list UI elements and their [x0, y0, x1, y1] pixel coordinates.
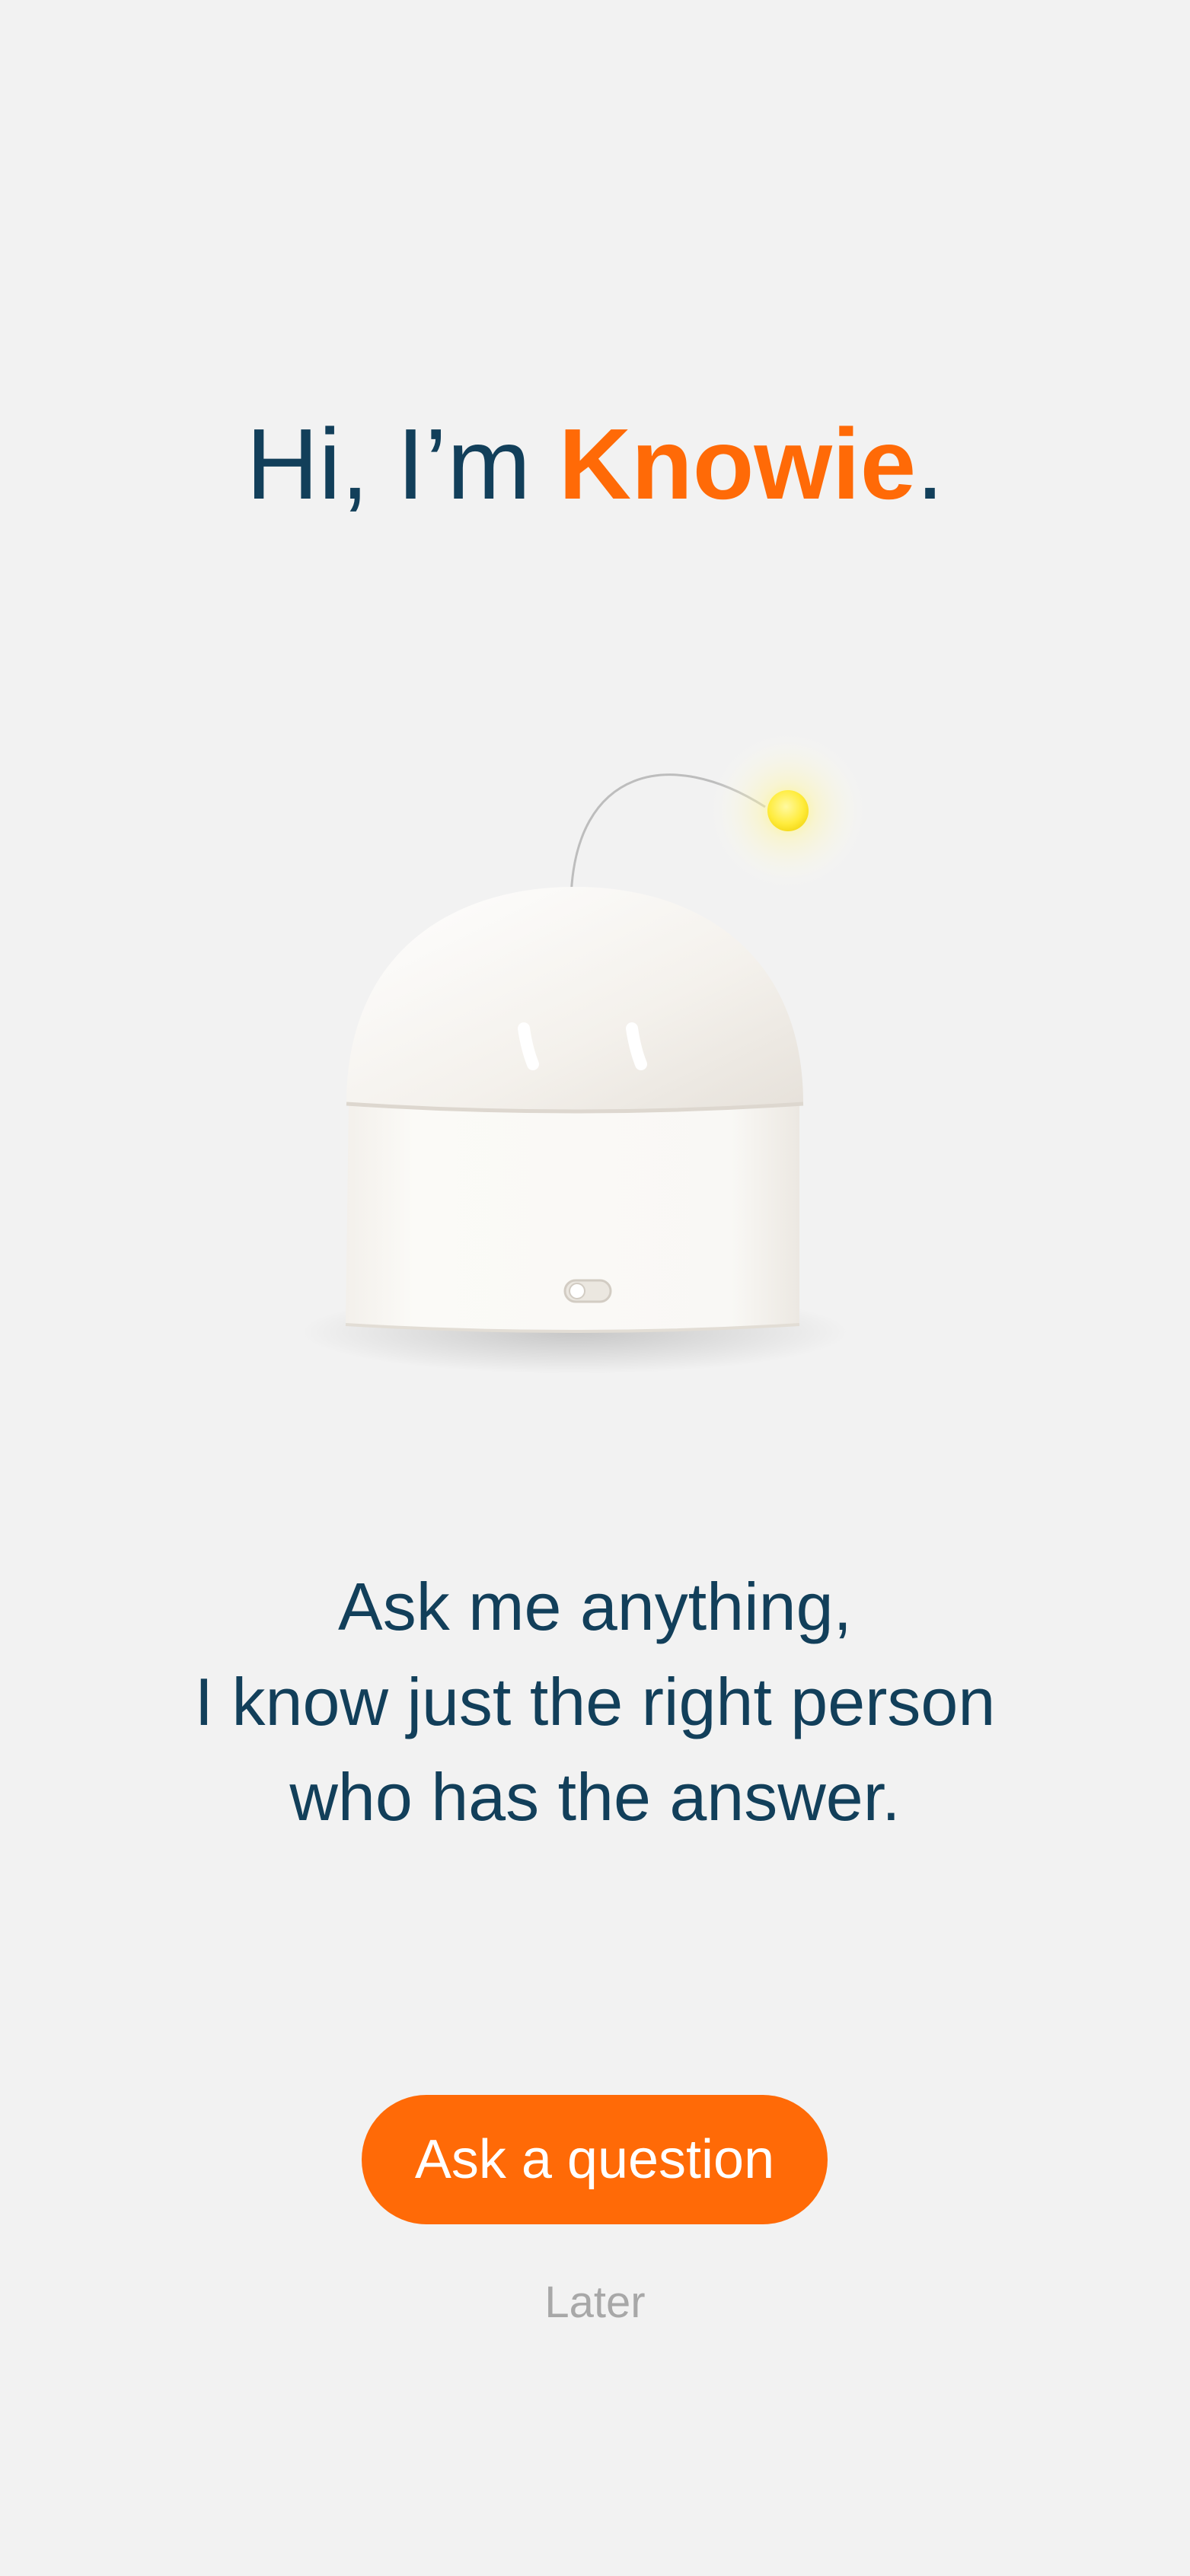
tagline-line: who has the answer. [289, 1759, 901, 1835]
title-greeting: Hi, I’m [246, 408, 559, 520]
robot-dome [346, 887, 803, 1111]
title-punctuation: . [916, 408, 944, 520]
knowie-robot-icon [301, 731, 868, 1374]
antenna-light-icon [767, 790, 809, 831]
ask-question-button[interactable]: Ask a question [362, 2095, 828, 2224]
onboarding-screen: Hi, I’m Knowie. Ask me anything, I know … [0, 0, 1190, 2576]
page-title: Hi, I’m Knowie. [0, 400, 1190, 529]
tagline-line: I know just the right person [194, 1664, 996, 1739]
brand-name: Knowie [558, 408, 917, 520]
tagline-line: Ask me anything, [338, 1569, 852, 1644]
tagline: Ask me anything, I know just the right p… [0, 1559, 1190, 1844]
later-link[interactable]: Later [0, 2272, 1190, 2333]
